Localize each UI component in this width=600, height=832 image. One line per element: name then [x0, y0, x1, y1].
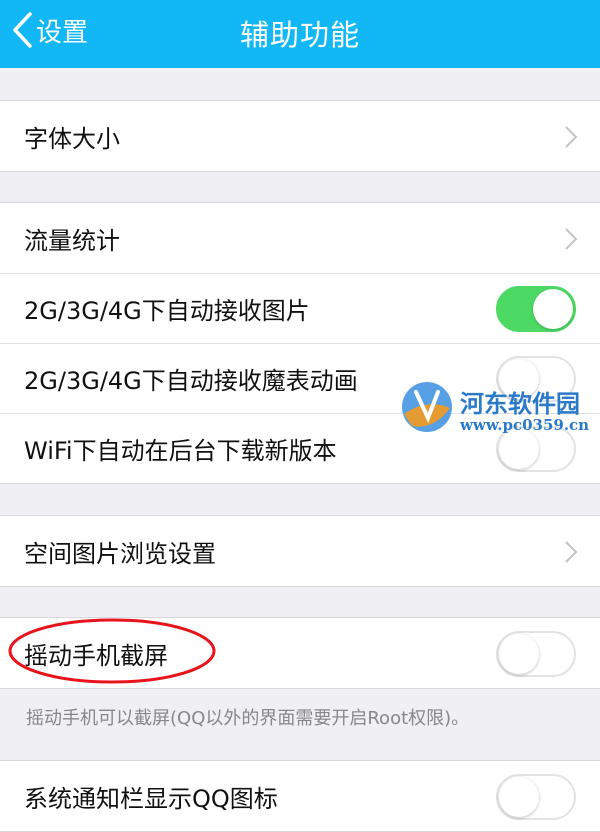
shake-screenshot-toggle[interactable] — [496, 631, 576, 677]
chevron-right-icon — [565, 541, 578, 563]
row-label: 字体大小 — [24, 124, 120, 153]
auto-receive-images-toggle[interactable] — [496, 286, 576, 332]
row-label: 系统通知栏显示QQ图标 — [24, 784, 278, 813]
row-label: WiFi下自动在后台下载新版本 — [24, 436, 337, 465]
watermark-logo-icon — [402, 382, 452, 432]
settings-group-traffic: 流量统计 2G/3G/4G下自动接收图片 2G/3G/4G下自动接收魔表动画 W… — [0, 202, 600, 484]
settings-group-photo: 空间图片浏览设置 — [0, 515, 600, 587]
row-label: 2G/3G/4G下自动接收图片 — [24, 296, 310, 325]
photo-browse-settings-row[interactable]: 空间图片浏览设置 — [0, 516, 600, 586]
watermark: 河东软件园 www.pc0359.cn — [398, 378, 598, 438]
chevron-right-icon — [565, 126, 578, 148]
auto-receive-images-row: 2G/3G/4G下自动接收图片 — [0, 273, 600, 343]
row-label: 流量统计 — [24, 226, 120, 255]
toggle-knob — [499, 777, 539, 817]
watermark-name: 河东软件园 — [460, 389, 580, 418]
watermark-url: www.pc0359.cn — [460, 416, 590, 434]
annotation-circle — [8, 618, 216, 684]
chevron-right-icon — [565, 228, 578, 250]
settings-group-notification: 系统通知栏显示QQ图标 — [0, 760, 600, 832]
row-label: 空间图片浏览设置 — [24, 539, 216, 568]
page-title: 辅助功能 — [239, 18, 360, 52]
traffic-stats-row[interactable]: 流量统计 — [0, 203, 600, 273]
toggle-knob — [533, 289, 573, 329]
notification-qq-icon-toggle[interactable] — [496, 774, 576, 820]
shake-screenshot-note: 摇动手机可以截屏(QQ以外的界面需要开启Root权限)。 — [26, 708, 470, 729]
row-label: 2G/3G/4G下自动接收魔表动画 — [24, 366, 358, 395]
notification-qq-icon-row: 系统通知栏显示QQ图标 — [0, 761, 600, 831]
toggle-knob — [499, 634, 539, 674]
font-size-row[interactable]: 字体大小 — [0, 101, 600, 171]
settings-group-font: 字体大小 — [0, 100, 600, 172]
navigation-bar: 设置 辅助功能 — [0, 0, 600, 68]
